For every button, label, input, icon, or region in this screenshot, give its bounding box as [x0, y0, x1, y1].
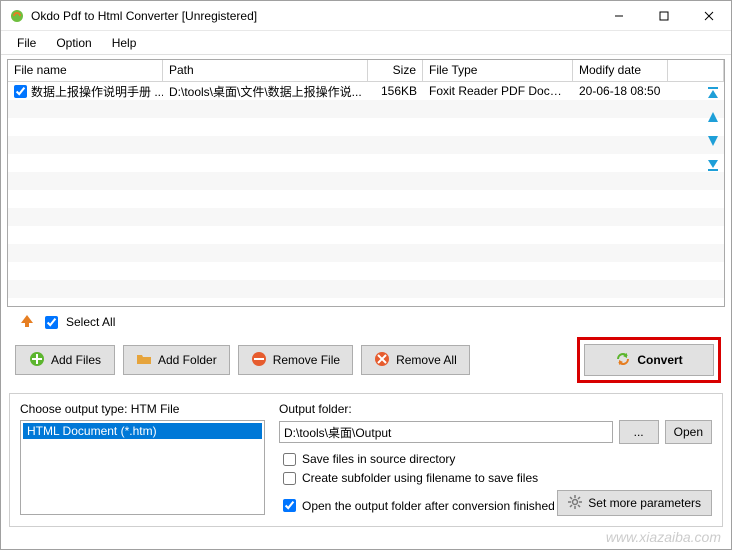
plus-icon — [29, 351, 45, 370]
list-header: File name Path Size File Type Modify dat… — [8, 60, 724, 82]
remove-all-button[interactable]: Remove All — [361, 345, 470, 375]
add-files-button[interactable]: Add Files — [15, 345, 115, 375]
row-size: 156KB — [368, 83, 423, 99]
reorder-arrows — [705, 85, 721, 173]
add-files-label: Add Files — [51, 353, 101, 367]
x-icon — [374, 351, 390, 370]
set-more-parameters-button[interactable]: Set more parameters — [557, 490, 712, 516]
window-title: Okdo Pdf to Html Converter [Unregistered… — [31, 9, 596, 23]
gear-icon — [568, 495, 582, 512]
col-modifydate[interactable]: Modify date — [573, 60, 668, 82]
choose-output-type-label: Choose output type: HTM File — [20, 402, 265, 416]
row-checkbox[interactable] — [14, 85, 27, 98]
output-type-option[interactable]: HTML Document (*.htm) — [23, 423, 262, 439]
add-folder-label: Add Folder — [158, 353, 217, 367]
add-folder-button[interactable]: Add Folder — [123, 345, 230, 375]
minus-icon — [251, 351, 267, 370]
app-icon — [9, 8, 25, 24]
open-after-label: Open the output folder after conversion … — [302, 499, 555, 513]
row-path: D:\tools\桌面\文件\数据上报操作说... — [163, 82, 368, 101]
menu-file[interactable]: File — [7, 34, 46, 52]
col-path[interactable]: Path — [163, 60, 368, 82]
remove-all-label: Remove All — [396, 353, 457, 367]
row-filename: 数据上报操作说明手册 ... — [31, 83, 163, 100]
menubar: File Option Help — [1, 31, 731, 55]
convert-label: Convert — [637, 353, 682, 367]
col-size[interactable]: Size — [368, 60, 423, 82]
convert-highlight: Convert — [577, 337, 721, 383]
col-filetype[interactable]: File Type — [423, 60, 573, 82]
create-subfolder-label: Create subfolder using filename to save … — [302, 471, 538, 485]
move-top-icon[interactable] — [705, 85, 721, 101]
convert-icon — [615, 351, 631, 370]
col-filename[interactable]: File name — [8, 60, 163, 82]
move-down-icon[interactable] — [705, 133, 721, 149]
move-bottom-icon[interactable] — [705, 157, 721, 173]
menu-option[interactable]: Option — [46, 34, 101, 52]
toolbar: Add Files Add Folder Remove File Remove … — [1, 337, 731, 389]
output-type-list[interactable]: HTML Document (*.htm) — [20, 420, 265, 515]
browse-button[interactable]: ... — [619, 420, 659, 444]
save-source-label: Save files in source directory — [302, 452, 455, 466]
more-params-label: Set more parameters — [588, 496, 701, 510]
save-source-checkbox[interactable] — [283, 453, 296, 466]
minimize-button[interactable] — [596, 1, 641, 30]
select-all-checkbox[interactable] — [45, 316, 58, 329]
create-subfolder-checkbox[interactable] — [283, 472, 296, 485]
select-all-label: Select All — [66, 315, 115, 329]
folder-icon — [136, 351, 152, 370]
remove-file-label: Remove File — [273, 353, 340, 367]
maximize-button[interactable] — [641, 1, 686, 30]
titlebar: Okdo Pdf to Html Converter [Unregistered… — [1, 1, 731, 31]
table-row[interactable]: 数据上报操作说明手册 ... D:\tools\桌面\文件\数据上报操作说...… — [8, 82, 724, 100]
open-after-checkbox[interactable] — [283, 499, 296, 512]
row-type: Foxit Reader PDF Docum... — [423, 83, 573, 99]
col-end — [668, 60, 724, 82]
close-button[interactable] — [686, 1, 731, 30]
menu-help[interactable]: Help — [102, 34, 147, 52]
output-panel: Choose output type: HTM File HTML Docume… — [9, 393, 723, 527]
list-body: 数据上报操作说明手册 ... D:\tools\桌面\文件\数据上报操作说...… — [8, 82, 724, 306]
window-buttons — [596, 1, 731, 30]
open-button[interactable]: Open — [665, 420, 712, 444]
up-arrow-icon[interactable] — [19, 313, 37, 331]
row-date: 20-06-18 08:50 — [573, 83, 668, 99]
output-folder-input[interactable] — [279, 421, 613, 443]
convert-button[interactable]: Convert — [584, 344, 714, 376]
watermark: www.xiazaiba.com — [606, 529, 721, 545]
move-up-icon[interactable] — [705, 109, 721, 125]
output-folder-label: Output folder: — [279, 402, 712, 416]
file-list: File name Path Size File Type Modify dat… — [7, 59, 725, 307]
select-all-row: Select All — [19, 313, 719, 331]
remove-file-button[interactable]: Remove File — [238, 345, 353, 375]
